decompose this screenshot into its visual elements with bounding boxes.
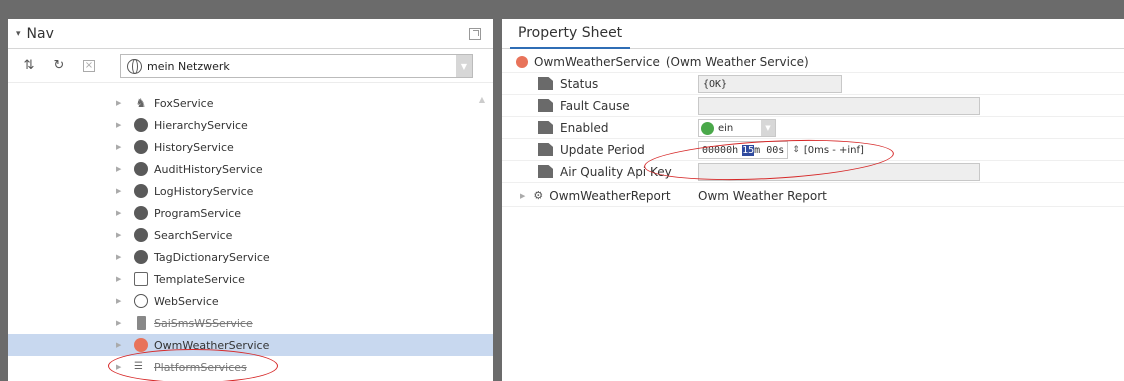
tree-item-history-service[interactable]: ▶ HistoryService (8, 136, 493, 158)
close-icon[interactable]: × (80, 57, 98, 75)
property-row-enabled: Enabled ein ▼ (502, 117, 1124, 139)
root-name: OwmWeatherService (534, 54, 660, 69)
tree-item-template-service[interactable]: ▶ TemplateService (8, 268, 493, 290)
hierarchy-icon (134, 118, 148, 132)
expand-arrow-icon[interactable]: ▶ (116, 99, 124, 107)
log-icon (134, 184, 148, 198)
property-icon (538, 143, 553, 156)
globe-icon (127, 58, 142, 74)
expand-arrow-icon[interactable]: ▶ (116, 231, 124, 239)
expand-arrow-icon[interactable]: ▶ (116, 319, 124, 327)
nav-title: Nav (26, 25, 54, 42)
tree-item-audit-history-service[interactable]: ▶ AuditHistoryService (8, 158, 493, 180)
expand-arrow-icon[interactable]: ▶ (116, 341, 124, 349)
tree-item-program-service[interactable]: ▶ ProgramService (8, 202, 493, 224)
enabled-select[interactable]: ein ▼ (698, 119, 776, 137)
program-icon (134, 206, 148, 220)
property-label: Fault Cause (560, 98, 630, 113)
device-icon (137, 316, 146, 330)
tree-item-web-service[interactable]: ▶ WebService (8, 290, 493, 312)
report-type: Owm Weather Report (698, 188, 827, 203)
tree-item-search-service[interactable]: ▶ SearchService (8, 224, 493, 246)
nav-tree: ▶ ♞ FoxService ▶ HierarchyService ▶ Hist… (8, 89, 493, 381)
chevron-down-icon[interactable]: ▼ (456, 55, 472, 77)
property-icon (538, 165, 553, 178)
nav-panel: ▾ Nav ⇅ ↻ × mein Netzwerk ▼ ▲ ▶ ♞ FoxSer… (8, 19, 493, 381)
expand-arrow-icon[interactable]: ▶ (116, 253, 124, 261)
tag-icon (134, 250, 148, 264)
tree-item-label: FoxService (154, 96, 214, 110)
maximize-icon[interactable] (469, 27, 481, 40)
audit-icon (134, 162, 148, 176)
chevron-down-icon[interactable]: ▼ (761, 120, 775, 136)
tree-item-log-history-service[interactable]: ▶ LogHistoryService (8, 180, 493, 202)
expand-arrow-icon[interactable]: ▶ (116, 121, 124, 129)
property-root-row[interactable]: OwmWeatherService (Owm Weather Service) (502, 51, 1124, 73)
property-label: Status (560, 76, 599, 91)
tree-item-label: WebService (154, 294, 219, 308)
expand-arrow-icon[interactable]: ▶ (520, 192, 525, 200)
property-icon (538, 121, 553, 134)
tree-item-label: SearchService (154, 228, 233, 242)
collapse-chevron-icon[interactable]: ▾ (16, 29, 21, 39)
tree-item-label: HistoryService (154, 140, 234, 154)
tree-item-label: LogHistoryService (154, 184, 254, 198)
fault-cause-value (698, 97, 980, 115)
expand-arrow-icon[interactable]: ▶ (116, 143, 124, 151)
tree-item-label: AuditHistoryService (154, 162, 263, 176)
tree-item-label: TagDictionaryService (154, 250, 270, 264)
enabled-select-label: ein (718, 122, 734, 134)
tree-item-hierarchy-service[interactable]: ▶ HierarchyService (8, 114, 493, 136)
tree-item-sms-ws-service[interactable]: ▶ SaiSmsWSService (8, 312, 493, 334)
property-label: Enabled (560, 120, 609, 135)
property-row-owm-weather-report[interactable]: ▶ ⚙ OwmWeatherReport Owm Weather Report (502, 185, 1124, 207)
expand-arrow-icon[interactable]: ▶ (116, 187, 124, 195)
status-dot-icon (701, 121, 714, 135)
tree-item-fox-service[interactable]: ▶ ♞ FoxService (8, 92, 493, 114)
history-icon (134, 140, 148, 154)
annotation-ellipse (108, 349, 278, 381)
report-name: OwmWeatherReport (549, 188, 671, 203)
property-icon (538, 99, 553, 112)
network-select-label: mein Netzwerk (147, 59, 230, 73)
weather-icon (516, 55, 528, 68)
network-select[interactable]: mein Netzwerk ▼ (120, 54, 473, 78)
root-type: (Owm Weather Service) (665, 54, 809, 69)
fox-icon: ♞ (135, 96, 147, 110)
refresh-icon[interactable]: ↻ (50, 57, 68, 75)
property-row-fault-cause: Fault Cause (502, 95, 1124, 117)
property-sheet-header: Property Sheet (502, 19, 1124, 49)
tree-item-label: SaiSmsWSService (154, 316, 253, 330)
tree-item-tag-dictionary-service[interactable]: ▶ TagDictionaryService (8, 246, 493, 268)
nav-header: ▾ Nav (8, 19, 493, 49)
template-icon (134, 272, 148, 286)
property-icon (538, 77, 553, 90)
report-folder-icon: ⚙ (533, 189, 544, 202)
expand-arrow-icon[interactable]: ▶ (116, 297, 124, 305)
search-icon (134, 228, 148, 242)
tree-item-label: HierarchyService (154, 118, 248, 132)
tab-property-sheet[interactable]: Property Sheet (510, 19, 631, 49)
tree-item-label: TemplateService (154, 272, 245, 286)
property-row-status: Status {OK} (502, 73, 1124, 95)
weather-icon (134, 338, 148, 352)
tree-item-label: ProgramService (154, 206, 242, 220)
sync-tree-icon[interactable]: ⇅ (20, 57, 38, 75)
globe-icon (134, 294, 148, 308)
property-sheet-panel: Property Sheet OwmWeatherService (Owm We… (502, 19, 1124, 381)
expand-arrow-icon[interactable]: ▶ (116, 165, 124, 173)
expand-arrow-icon[interactable]: ▶ (116, 275, 124, 283)
status-value: {OK} (698, 75, 842, 93)
property-label: Update Period (560, 142, 645, 157)
expand-arrow-icon[interactable]: ▶ (116, 209, 124, 217)
